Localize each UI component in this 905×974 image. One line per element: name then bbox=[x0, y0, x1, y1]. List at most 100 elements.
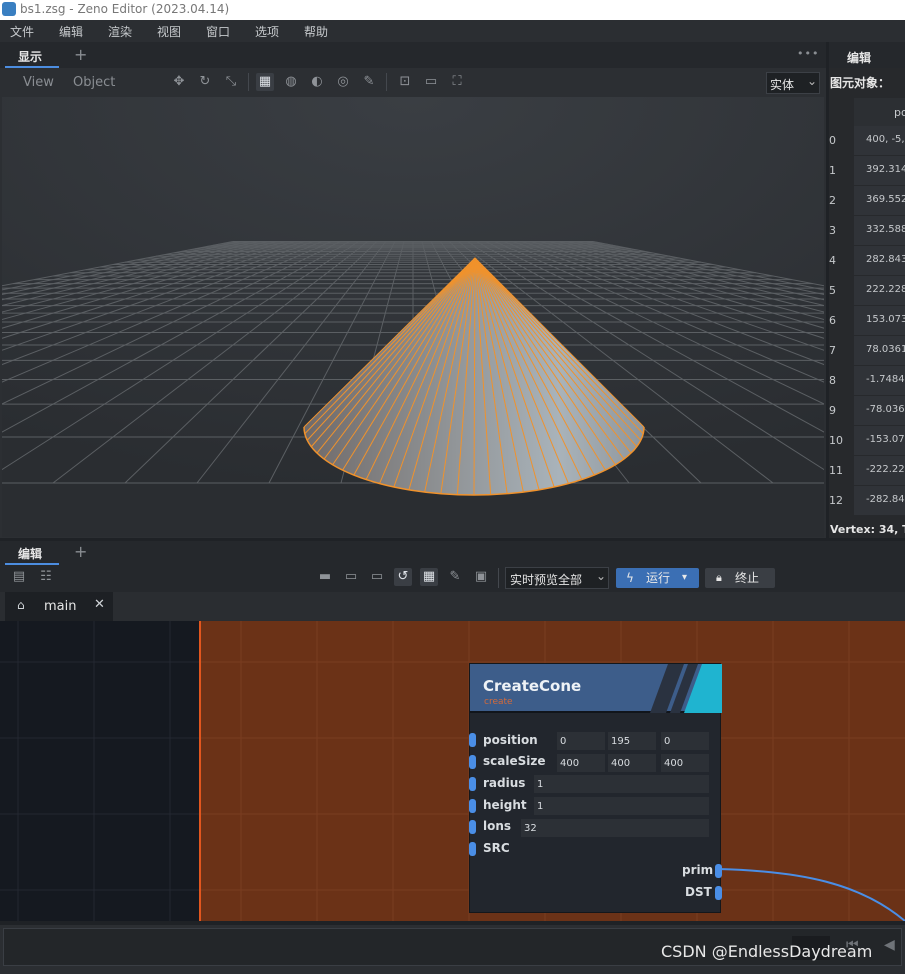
3d-viewport[interactable] bbox=[2, 97, 824, 537]
toolbar-separator bbox=[498, 568, 499, 588]
preview-mode-select[interactable]: 实时预览全部 ⌄ bbox=[505, 567, 609, 589]
menu-view-button[interactable]: View bbox=[23, 75, 54, 90]
row-index: 11 bbox=[829, 464, 843, 477]
scalesize-z-input[interactable]: 400 bbox=[661, 754, 709, 772]
menu-object-button[interactable]: Object bbox=[73, 75, 115, 90]
graph-boundary-line bbox=[199, 621, 201, 921]
spreadsheet-panel: 编辑 图元对象： po 0 400, -5, 1 392.314 2 369.552 3 33… bbox=[829, 42, 905, 538]
radius-input[interactable]: 1 bbox=[534, 775, 709, 793]
row-index: 9 bbox=[829, 404, 836, 417]
param-lons-label: lons bbox=[483, 819, 512, 833]
menu-help[interactable]: 帮助 bbox=[304, 23, 328, 40]
input-socket[interactable] bbox=[469, 820, 476, 834]
row-index: 3 bbox=[829, 224, 836, 237]
brush-icon[interactable]: ✎ bbox=[360, 73, 378, 91]
input-socket[interactable] bbox=[469, 799, 476, 813]
stop-button[interactable]: 🔒︎ 终止 bbox=[705, 568, 775, 588]
position-x-input[interactable]: 0 bbox=[557, 732, 605, 750]
output-socket[interactable] bbox=[715, 886, 722, 900]
row-index: 4 bbox=[829, 254, 836, 267]
lons-input[interactable]: 32 bbox=[521, 819, 709, 837]
row-value-cell[interactable]: -222.22 bbox=[854, 456, 905, 485]
menu-options[interactable]: 选项 bbox=[255, 23, 279, 40]
row-value-cell[interactable]: 282.843 bbox=[854, 246, 905, 275]
node-subtitle: create bbox=[484, 697, 513, 707]
upload-icon[interactable]: ▭ bbox=[342, 568, 360, 586]
add-tab-button[interactable]: + bbox=[74, 542, 87, 561]
scale-icon[interactable]: ⤡ bbox=[222, 73, 240, 91]
row-value-cell[interactable]: -78.036 bbox=[854, 396, 905, 425]
link-icon[interactable]: ↺ bbox=[394, 568, 412, 586]
subgraph-tab-main[interactable]: ⌂ main ✕ bbox=[5, 592, 113, 621]
input-socket[interactable] bbox=[469, 777, 476, 791]
createcone-node[interactable]: CreateCone create position 0 195 0 scale… bbox=[469, 663, 722, 913]
menu-render[interactable]: 渲染 bbox=[108, 23, 132, 40]
prev-frame-icon[interactable]: ◀ bbox=[884, 937, 895, 953]
row-value-cell[interactable]: 392.314 bbox=[854, 156, 905, 185]
run-button[interactable]: ϟ 运行 ▾ bbox=[616, 568, 699, 588]
editor-tabbar: 编辑 + bbox=[0, 541, 905, 565]
scalesize-x-input[interactable]: 400 bbox=[557, 754, 605, 772]
height-input[interactable]: 1 bbox=[534, 797, 709, 815]
output-prim-label: prim bbox=[682, 863, 714, 877]
node-header[interactable]: CreateCone create bbox=[470, 664, 722, 713]
lighting-icon[interactable]: ◎ bbox=[334, 73, 352, 91]
collapse-icon[interactable]: ▬ bbox=[316, 568, 334, 586]
object-label: 图元对象： bbox=[830, 76, 891, 90]
viewport-tabbar: 显示 + ••• bbox=[0, 42, 826, 68]
row-value-cell[interactable]: 222.228 bbox=[854, 276, 905, 305]
screenshot-icon[interactable]: ⊡ bbox=[396, 73, 414, 91]
terminal-icon[interactable]: ▣ bbox=[472, 568, 490, 586]
run-label: 运行 bbox=[646, 571, 671, 585]
edit-icon[interactable]: ✎ bbox=[446, 568, 464, 586]
scalesize-y-input[interactable]: 400 bbox=[608, 754, 656, 772]
row-value-cell[interactable]: -282.84 bbox=[854, 486, 905, 515]
palette-icon[interactable]: ◍ bbox=[282, 73, 300, 91]
position-y-input[interactable]: 195 bbox=[608, 732, 656, 750]
row-value-cell[interactable]: 78.0361 bbox=[854, 336, 905, 365]
input-socket[interactable] bbox=[469, 733, 476, 747]
tree-icon[interactable]: ☷ bbox=[37, 568, 55, 586]
menu-window[interactable]: 窗口 bbox=[206, 23, 230, 40]
close-icon[interactable]: ✕ bbox=[94, 597, 105, 612]
more-options-button[interactable]: ••• bbox=[797, 47, 819, 60]
input-socket[interactable] bbox=[469, 755, 476, 769]
menu-view[interactable]: 视图 bbox=[157, 23, 181, 40]
camera-icon[interactable]: ▭ bbox=[422, 73, 440, 91]
lock-icon: 🔒︎ bbox=[716, 571, 722, 584]
position-z-input[interactable]: 0 bbox=[661, 732, 709, 750]
title-bar: bs1.zsg - Zeno Editor (2023.04.14) bbox=[0, 0, 905, 20]
viewport-panel: 显示 + ••• View Object ✥ ↻ ⤡ ▦ ◍ ◐ ◎ ✎ ⊡ ▭… bbox=[0, 42, 826, 538]
output-socket[interactable] bbox=[715, 864, 722, 878]
render-mode-select[interactable]: 实体 ⌄ bbox=[766, 72, 820, 94]
move-icon[interactable]: ✥ bbox=[170, 73, 188, 91]
grid-icon[interactable]: ▦ bbox=[256, 73, 274, 91]
row-value-cell[interactable]: -1.7484 bbox=[854, 366, 905, 395]
row-index: 5 bbox=[829, 284, 836, 297]
row-value-cell[interactable]: 400, -5, bbox=[854, 126, 905, 155]
row-value-cell[interactable]: 332.588 bbox=[854, 216, 905, 245]
node-header-stripes bbox=[650, 664, 722, 713]
row-index: 12 bbox=[829, 494, 843, 507]
add-tab-button[interactable]: + bbox=[74, 45, 87, 64]
row-value-cell[interactable]: -153.07 bbox=[854, 426, 905, 455]
tab-display[interactable]: 显示 bbox=[18, 48, 42, 65]
menu-file[interactable]: 文件 bbox=[10, 23, 34, 40]
output-link[interactable] bbox=[717, 868, 905, 921]
input-socket[interactable] bbox=[469, 842, 476, 856]
menu-bar: 文件 编辑 渲染 视图 窗口 选项 帮助 bbox=[0, 20, 905, 42]
tab-edit[interactable]: 编辑 bbox=[847, 49, 871, 66]
sphere-icon[interactable]: ◐ bbox=[308, 73, 326, 91]
rotate-icon[interactable]: ↻ bbox=[196, 73, 214, 91]
layout-icon[interactable]: ▤ bbox=[10, 568, 28, 586]
menu-edit[interactable]: 编辑 bbox=[59, 23, 83, 40]
download-icon[interactable]: ▭ bbox=[368, 568, 386, 586]
output-dst-label: DST bbox=[685, 885, 712, 899]
row-value-cell[interactable]: 153.073 bbox=[854, 306, 905, 335]
fit-view-icon[interactable]: ⛶ bbox=[448, 73, 466, 91]
table-icon[interactable]: ▦ bbox=[420, 568, 438, 586]
tab-editor[interactable]: 编辑 bbox=[18, 545, 42, 562]
active-tab-indicator bbox=[5, 563, 59, 565]
row-value-cell[interactable]: 369.552 bbox=[854, 186, 905, 215]
run-dropdown-icon[interactable]: ▾ bbox=[682, 568, 687, 588]
